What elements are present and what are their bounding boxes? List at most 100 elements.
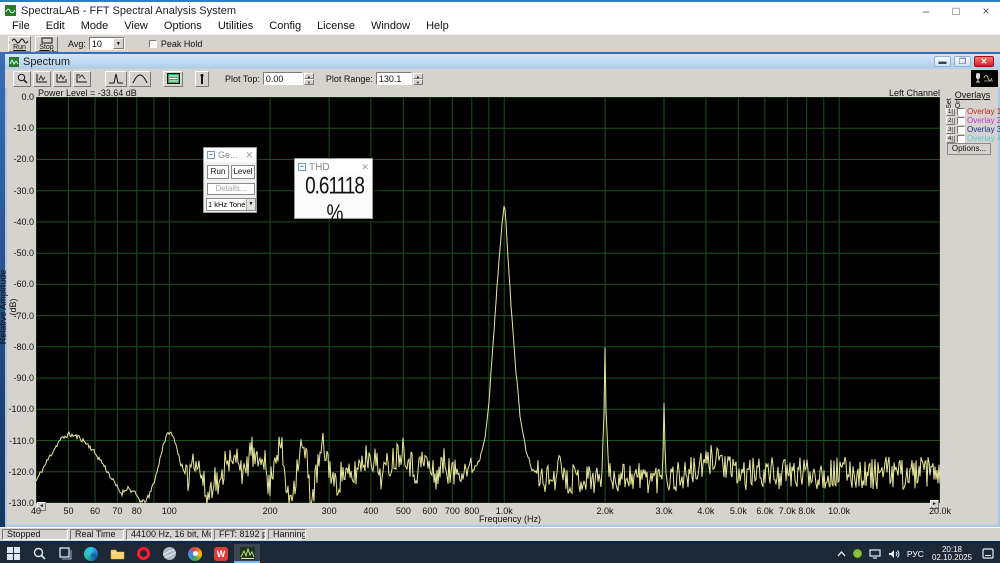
spectrum-plot[interactable]: [36, 97, 940, 503]
overlay-set-button[interactable]: 3|: [946, 125, 955, 134]
generator-close-icon[interactable]: ✕: [245, 150, 253, 161]
x-tick-label: 200: [262, 506, 278, 516]
overlay-row: 2| Overlay 2: [946, 116, 1000, 125]
y-tick-label: -120.0: [8, 466, 34, 477]
overlay-set-button[interactable]: 1|: [946, 107, 955, 116]
run-button[interactable]: Run: [8, 35, 31, 52]
spectrum-close-button[interactable]: ✕: [974, 56, 994, 67]
thd-dialog-icon: ▪▪: [298, 163, 306, 171]
overlay-on-checkbox[interactable]: [957, 107, 965, 116]
y-tick-label: -60.0: [13, 279, 34, 290]
y-tick-label: -80.0: [13, 341, 34, 352]
taskbar-browser-button[interactable]: [182, 544, 208, 563]
browser-colorful-icon: [188, 546, 202, 561]
overlay-set-button[interactable]: 2|: [946, 116, 955, 125]
x-tick-label: 600: [422, 506, 438, 516]
thd-title: THD: [309, 161, 330, 173]
thd-dialog: ▪▪ THD ✕ 0.61118 %: [294, 158, 373, 227]
y-tick-label: 0.0: [21, 92, 34, 102]
status-bar: StoppedReal Time44100 Hz, 16 bit, MonoFF…: [0, 527, 1000, 541]
plot-top-input[interactable]: 0.00: [262, 72, 303, 85]
y-tick-label: -130.0: [8, 498, 34, 508]
main-titlebar: SpectraLAB - FFT Spectral Analysis Syste…: [0, 0, 1000, 19]
stop-button[interactable]: Stop: [35, 35, 58, 52]
taskbar-search-button[interactable]: [26, 544, 52, 563]
menu-mode[interactable]: Mode: [73, 19, 117, 34]
task-view-button[interactable]: [52, 544, 78, 563]
x-tick-label: 1.0k: [495, 506, 513, 516]
close-button[interactable]: ×: [978, 3, 994, 19]
menu-edit[interactable]: Edit: [38, 19, 73, 34]
taskbar-edge-button[interactable]: [78, 544, 104, 563]
tray-network-icon[interactable]: [869, 548, 881, 559]
plot-range-spinner[interactable]: ▲ ▼: [412, 72, 423, 85]
zoom-button[interactable]: [13, 70, 31, 87]
stop-shape-icon: [41, 37, 52, 43]
x-tick-label: 8.0k: [798, 506, 816, 516]
generator-title: Ge...: [218, 150, 238, 160]
marker-button[interactable]: [195, 70, 209, 87]
peak-hold-checkbox[interactable]: [148, 39, 157, 48]
tray-status-green-icon[interactable]: [852, 549, 862, 558]
generator-titlebar[interactable]: ▪▪ Ge... ✕: [204, 148, 256, 162]
overlay-set-button[interactable]: 4|: [946, 134, 955, 143]
marker-icon: [200, 73, 204, 84]
peak-curve-button[interactable]: [105, 70, 127, 87]
taskbar-globe-button[interactable]: [156, 544, 182, 563]
avg-dropdown[interactable]: 10 ▼: [88, 37, 125, 50]
scale-y-button[interactable]: [53, 70, 71, 87]
menu-license[interactable]: License: [309, 19, 363, 34]
taskbar-w-app-button[interactable]: W: [208, 544, 234, 563]
maximize-button[interactable]: □: [948, 3, 964, 19]
windows-logo-icon: [6, 547, 20, 560]
taskbar-spectralab-button[interactable]: [234, 544, 260, 563]
opera-icon: [136, 547, 150, 560]
x-tick-label: 10.0k: [828, 506, 851, 516]
generator-dialog: ▪▪ Ge... ✕ Run Level Details... 1 kHz To…: [203, 147, 257, 213]
generator-level-button[interactable]: Level: [231, 165, 255, 179]
taskbar-explorer-button[interactable]: [104, 544, 130, 563]
generator-signal-dropdown[interactable]: 1 kHz Tone ▼: [206, 198, 256, 211]
spectrum-minimize-button[interactable]: ▬: [934, 56, 951, 67]
scale-x-button[interactable]: [33, 70, 51, 87]
status-panel: Hanning: [268, 529, 306, 540]
generator-dropdown-arrow-icon[interactable]: ▼: [246, 199, 255, 210]
taskbar-opera-button[interactable]: [130, 544, 156, 563]
plot-top-spinner[interactable]: ▲ ▼: [303, 72, 314, 85]
start-button[interactable]: [0, 544, 26, 563]
notification-center-icon[interactable]: [982, 548, 994, 559]
overlay-row: 1| Overlay 1: [946, 107, 1000, 116]
input-monitor-icon[interactable]: [971, 70, 998, 87]
tray-chevron-icon[interactable]: [837, 550, 846, 557]
scale-xy-button[interactable]: [73, 70, 91, 87]
overlay-on-checkbox[interactable]: [957, 125, 965, 134]
scale-xy-icon: [76, 74, 87, 83]
menu-help[interactable]: Help: [418, 19, 457, 34]
data-list-button[interactable]: [163, 70, 183, 87]
menu-view[interactable]: View: [116, 19, 156, 34]
generator-details-button: Details...: [207, 183, 255, 195]
y-tick-label: -50.0: [13, 248, 34, 259]
plot-range-input[interactable]: 130.1: [375, 72, 412, 85]
menu-utilities[interactable]: Utilities: [210, 19, 261, 34]
menu-bar: File Edit Mode View Options Utilities Config Li…: [0, 19, 1000, 34]
status-panel: FFT: 8192 pts: [214, 529, 266, 540]
x-tick-label: 50: [63, 506, 74, 516]
generator-run-button[interactable]: Run: [207, 165, 229, 179]
x-tick-label: 20.0k: [928, 506, 952, 516]
menu-config[interactable]: Config: [261, 19, 309, 34]
tray-language-indicator[interactable]: РУС: [907, 549, 924, 559]
avg-dropdown-arrow-icon[interactable]: ▼: [112, 38, 124, 49]
overlay-on-checkbox[interactable]: [957, 116, 965, 125]
menu-window[interactable]: Window: [363, 19, 418, 34]
spectrum-maximize-button[interactable]: ❐: [954, 56, 971, 67]
overlays-options-button[interactable]: Options...: [947, 143, 991, 155]
menu-options[interactable]: Options: [156, 19, 210, 34]
tray-clock[interactable]: 20:18 02.10.2025: [932, 545, 972, 562]
tray-volume-icon[interactable]: [888, 549, 900, 559]
thd-close-icon[interactable]: ✕: [361, 162, 369, 173]
menu-file[interactable]: File: [4, 19, 38, 34]
overlay-on-checkbox[interactable]: [957, 134, 965, 143]
minimize-button[interactable]: –: [918, 3, 934, 19]
spectrum-shape-button[interactable]: [129, 70, 151, 87]
